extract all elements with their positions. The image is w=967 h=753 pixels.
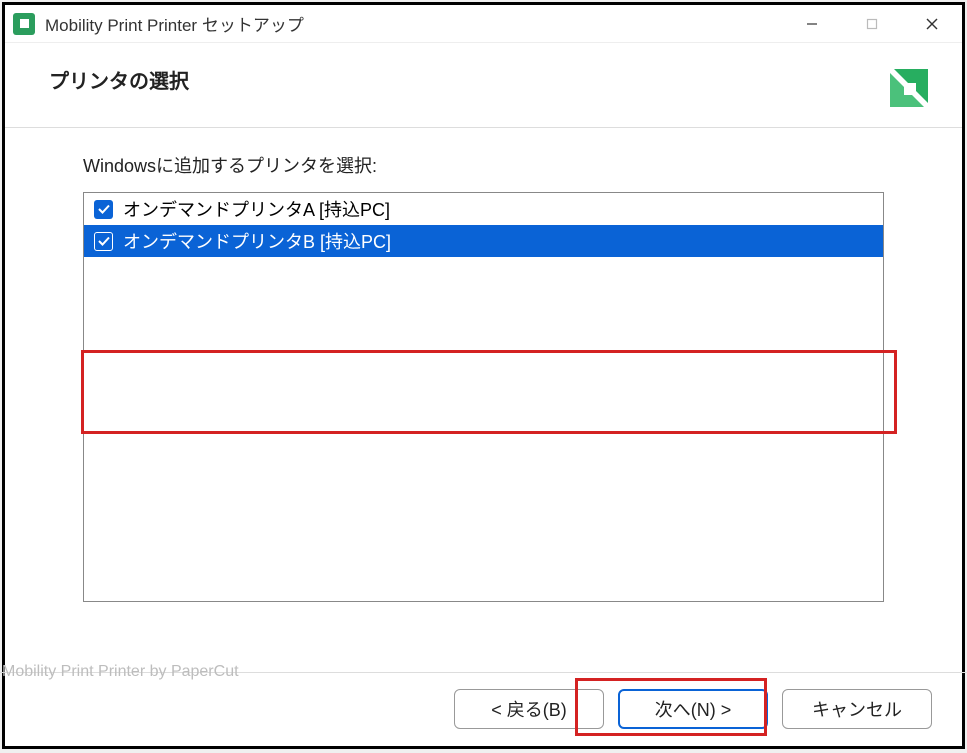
setup-window: Mobility Print Printer セットアップ プリンタの選択 Wi…: [2, 2, 965, 749]
cancel-button[interactable]: キャンセル: [782, 689, 932, 729]
printer-label: オンデマンドプリンタA [持込PC]: [123, 196, 390, 222]
maximize-button: [842, 5, 902, 42]
maximize-icon: [866, 18, 878, 30]
window-title: Mobility Print Printer セットアップ: [45, 11, 782, 36]
minimize-icon: [806, 18, 818, 30]
checkbox-icon[interactable]: [94, 200, 113, 219]
printer-item[interactable]: オンデマンドプリンタB [持込PC]: [84, 225, 883, 257]
printer-item[interactable]: オンデマンドプリンタA [持込PC]: [84, 193, 883, 225]
wizard-header: プリンタの選択: [5, 43, 962, 128]
back-button[interactable]: < 戻る(B): [454, 689, 604, 729]
wizard-content: Windowsに追加するプリンタを選択: オンデマンドプリンタA [持込PC] …: [5, 128, 962, 672]
titlebar: Mobility Print Printer セットアップ: [5, 5, 962, 43]
wizard-footer: < 戻る(B) 次へ(N) > キャンセル: [5, 672, 962, 746]
papercut-app-icon: [13, 13, 35, 35]
minimize-button[interactable]: [782, 5, 842, 42]
close-button[interactable]: [902, 5, 962, 42]
close-icon: [925, 17, 939, 31]
window-controls: [782, 5, 962, 42]
page-title: プリンタの選択: [49, 65, 189, 94]
papercut-logo-icon: [886, 65, 932, 111]
printer-label: オンデマンドプリンタB [持込PC]: [123, 228, 391, 254]
instruction-label: Windowsに追加するプリンタを選択:: [83, 152, 884, 178]
checkbox-icon[interactable]: [94, 232, 113, 251]
printer-list[interactable]: オンデマンドプリンタA [持込PC] オンデマンドプリンタB [持込PC]: [83, 192, 884, 602]
next-button[interactable]: 次へ(N) >: [618, 689, 768, 729]
